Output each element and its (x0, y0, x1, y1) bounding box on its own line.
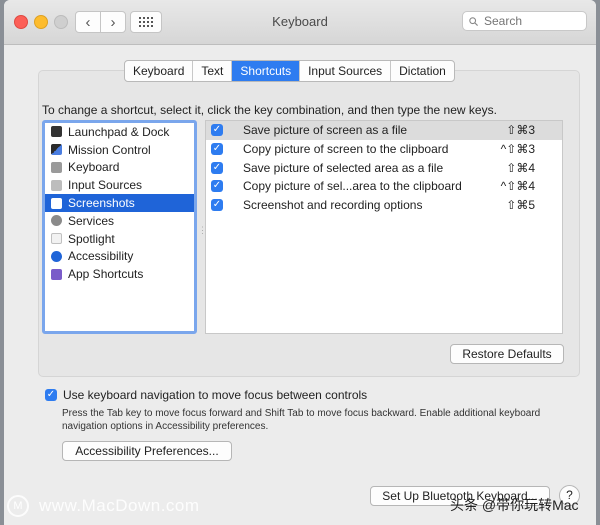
category-label: Launchpad & Dock (68, 124, 170, 139)
shortcut-keys[interactable]: ⇧⌘4 (475, 161, 562, 175)
keyboard-navigation-option[interactable]: ✓ Use keyboard navigation to move focus … (45, 388, 367, 402)
watermark-credit: 头条 @带你玩转Mac (450, 497, 579, 513)
shortcut-name: Copy picture of sel...area to the clipbo… (243, 179, 462, 194)
document-icon (51, 233, 62, 245)
accessibility-icon (51, 250, 62, 262)
title-bar: ‹ › Keyboard (4, 0, 596, 45)
shortcut-name: Save picture of screen as a file (243, 123, 408, 138)
category-label: Spotlight (68, 231, 115, 246)
search-field[interactable] (462, 11, 587, 31)
category-label: Input Sources (68, 178, 143, 193)
category-label: Mission Control (68, 142, 151, 157)
tab-input-sources[interactable]: Input Sources (299, 61, 390, 81)
category-label: Screenshots (68, 196, 135, 211)
shortcut-name: Copy picture of screen to the clipboard (243, 142, 449, 157)
shortcut-list: ✓ Save picture of screen as a file ⇧⌘3 ✓… (205, 120, 563, 334)
watermark-text: www.MacDown.com (39, 496, 200, 515)
launchpad-icon (51, 126, 62, 138)
keyboard-icon (51, 161, 62, 173)
keyboard-navigation-label: Use keyboard navigation to move focus be… (63, 388, 368, 402)
shortcut-keys[interactable]: ^⇧⌘4 (475, 179, 562, 193)
shortcut-checkbox[interactable]: ✓ (211, 143, 223, 156)
shortcut-row[interactable]: ✓ Save picture of screen as a file ⇧⌘3 (206, 121, 562, 140)
mission-control-icon (51, 144, 62, 156)
tab-keyboard[interactable]: Keyboard (125, 61, 192, 81)
keyboard-navigation-checkbox[interactable]: ✓ (45, 389, 57, 401)
input-sources-icon (51, 179, 62, 191)
accessibility-preferences-button[interactable]: Accessibility Preferences... (62, 441, 232, 461)
category-item-screenshots[interactable]: Screenshots (45, 194, 194, 212)
category-label: Services (68, 213, 115, 228)
shortcut-checkbox[interactable]: ✓ (211, 161, 223, 174)
watermark-logo-icon: M (7, 495, 29, 517)
category-item-launchpad[interactable]: Launchpad & Dock (45, 123, 194, 141)
shortcut-name: Save picture of selected area as a file (243, 160, 444, 175)
category-item-mission-control[interactable]: Mission Control (45, 141, 194, 159)
keyboard-prefs-window: ‹ › Keyboard Keyboard Text Shortcuts (4, 0, 596, 525)
shortcut-row[interactable]: ✓ Copy picture of sel...area to the clip… (206, 177, 562, 196)
tab-dictation[interactable]: Dictation (390, 61, 454, 81)
shortcut-keys[interactable]: ⇧⌘5 (475, 198, 562, 212)
keyboard-navigation-note: Press the Tab key to move focus forward … (62, 408, 541, 432)
search-icon (469, 16, 478, 26)
category-label: App Shortcuts (68, 267, 144, 282)
shortcut-checkbox[interactable]: ✓ (211, 124, 223, 137)
shortcut-name: Screenshot and recording options (243, 198, 423, 213)
category-item-accessibility[interactable]: Accessibility (45, 248, 194, 266)
screenshots-icon (51, 197, 62, 209)
shortcut-row[interactable]: ✓ Screenshot and recording options ⇧⌘5 (206, 196, 562, 215)
category-item-app-shortcuts[interactable]: App Shortcuts (45, 265, 194, 283)
tab-text[interactable]: Text (192, 61, 231, 81)
gear-icon (51, 215, 62, 227)
shortcut-row[interactable]: ✓ Copy picture of screen to the clipboar… (206, 140, 562, 159)
app-shortcuts-icon (51, 268, 62, 280)
shortcut-row[interactable]: ✓ Save picture of selected area as a fil… (206, 158, 562, 177)
shortcut-keys[interactable]: ^⇧⌘3 (475, 142, 562, 156)
shortcut-checkbox[interactable]: ✓ (211, 180, 223, 193)
category-item-services[interactable]: Services (45, 212, 194, 230)
category-list: Launchpad & Dock Mission Control Keyboar… (42, 120, 197, 334)
search-input[interactable] (482, 13, 586, 29)
shortcut-checkbox[interactable]: ✓ (211, 199, 223, 212)
category-item-keyboard[interactable]: Keyboard (45, 159, 194, 177)
instruction-text: To change a shortcut, select it, click t… (42, 103, 497, 117)
category-label: Keyboard (68, 160, 120, 175)
watermark: M www.MacDown.com (7, 495, 200, 517)
restore-defaults-button[interactable]: Restore Defaults (450, 344, 564, 364)
tab-shortcuts[interactable]: Shortcuts (231, 61, 300, 81)
category-item-spotlight[interactable]: Spotlight (45, 230, 194, 248)
category-label: Accessibility (68, 249, 134, 264)
category-item-input-sources[interactable]: Input Sources (45, 176, 194, 194)
shortcut-keys[interactable]: ⇧⌘3 (475, 123, 562, 137)
tab-bar: Keyboard Text Shortcuts Input Sources Di… (124, 60, 455, 82)
